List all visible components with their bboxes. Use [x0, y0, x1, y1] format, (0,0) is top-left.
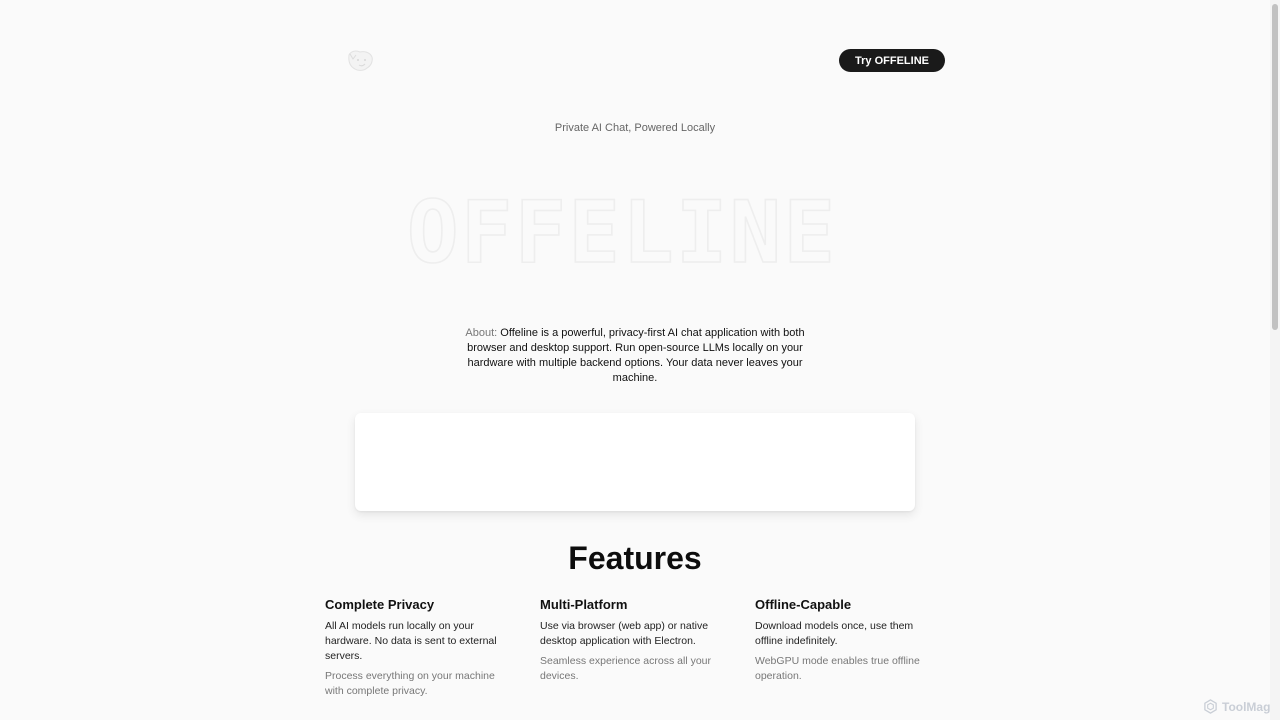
feature-title: Offline-Capable [755, 597, 852, 612]
feature-description: Download models once, use them offline i… [755, 620, 914, 647]
features-title: Features [568, 540, 702, 576]
feature-title: Complete Privacy [325, 597, 435, 612]
scrollbar-thumb[interactable] [1272, 4, 1278, 330]
about-section: About: Offeline is a powerful, privacy-f… [460, 326, 810, 386]
feature-description: All AI models run locally on your hardwa… [325, 620, 497, 662]
feature-detail: Seamless experience across all your devi… [540, 655, 711, 682]
feature-card-multi-platform: Multi-Platform Use via browser (web app)… [540, 597, 725, 684]
watermark-text: ToolMage [1222, 699, 1278, 714]
about-label: About: [465, 327, 498, 339]
toolmage-logo-icon [1204, 699, 1217, 714]
feature-title: Multi-Platform [540, 597, 628, 612]
feature-card-complete-privacy: Complete Privacy All AI models run local… [325, 597, 510, 699]
feature-detail: Process everything on your machine with … [325, 670, 495, 697]
feature-card-offline-capable: Offline-Capable Download models once, us… [755, 597, 940, 684]
feature-detail: WebGPU mode enables true offline operati… [755, 655, 920, 682]
watermark: ToolMage [1203, 699, 1277, 714]
logo[interactable] [346, 49, 374, 73]
hero-tagline: Private AI Chat, Powered Locally [554, 122, 716, 134]
feature-description: Use via browser (web app) or native desk… [540, 620, 709, 647]
scrollbar[interactable] [1270, 0, 1280, 720]
demo-card [355, 413, 915, 511]
dog-logo-icon [348, 50, 373, 71]
about-text: Offeline is a powerful, privacy-first AI… [467, 327, 805, 384]
hero-title: OFFELINE [406, 182, 838, 284]
try-offeline-button[interactable]: Try OFFELINE [839, 49, 945, 72]
